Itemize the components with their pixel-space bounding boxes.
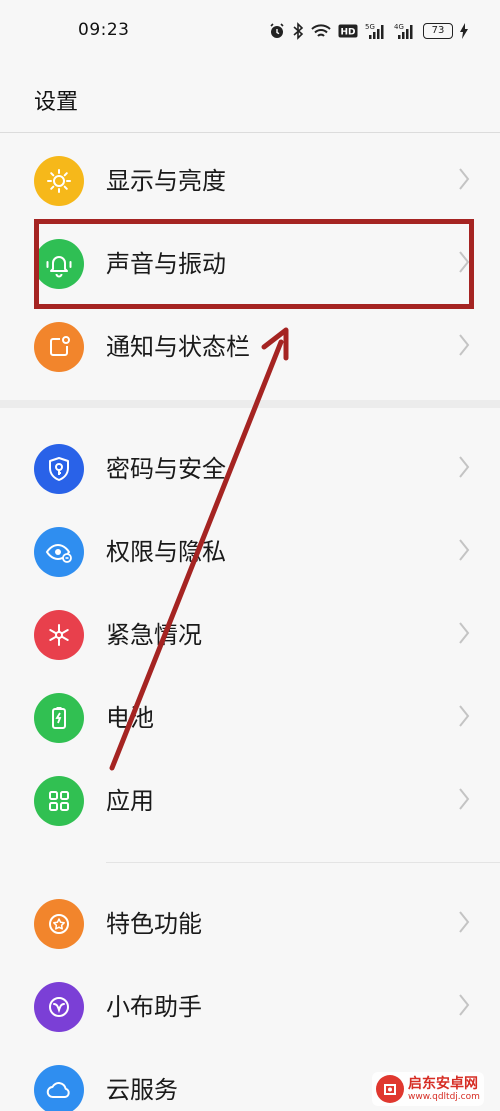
chevron-right-icon — [458, 704, 470, 732]
settings-item-label: 权限与隐私 — [106, 538, 226, 566]
assistant-icon — [34, 982, 84, 1032]
status-bar: 09:23 HD 5G 4G 73 — [0, 0, 500, 64]
settings-item-label: 特色功能 — [106, 910, 202, 938]
chevron-right-icon — [458, 993, 470, 1021]
settings-item-label: 电池 — [106, 704, 154, 732]
chevron-right-icon — [458, 910, 470, 938]
settings-item-battery[interactable]: 电池 — [0, 676, 500, 760]
settings-item-assistant[interactable]: 小布助手 — [0, 965, 500, 1049]
emergency-asterisk-icon — [34, 610, 84, 660]
svg-text:4G: 4G — [394, 23, 404, 31]
section-gap — [0, 400, 500, 408]
alarm-icon — [269, 23, 285, 39]
apps-grid-icon — [34, 776, 84, 826]
settings-item-label: 密码与安全 — [106, 455, 226, 483]
settings-item-label: 紧急情况 — [106, 621, 202, 649]
chevron-right-icon — [458, 167, 470, 195]
section-divider — [106, 862, 500, 863]
watermark-logo-icon — [376, 1075, 404, 1103]
settings-item-label: 应用 — [106, 787, 154, 815]
svg-text:HD: HD — [340, 28, 355, 38]
settings-item-notifications[interactable]: 通知与状态栏 — [0, 305, 500, 389]
battery-indicator: 73 — [423, 23, 453, 39]
status-icons: HD 5G 4G 73 — [269, 20, 468, 42]
privacy-eye-icon — [34, 527, 84, 577]
signal-4g-icon: 4G — [394, 22, 416, 40]
status-time: 09:23 — [78, 20, 130, 40]
shield-key-icon — [34, 444, 84, 494]
chevron-right-icon — [458, 621, 470, 649]
page-title: 设置 — [34, 90, 79, 115]
sun-icon — [34, 156, 84, 206]
settings-item-emergency[interactable]: 紧急情况 — [0, 593, 500, 677]
bluetooth-icon — [292, 22, 304, 40]
settings-item-display[interactable]: 显示与亮度 — [0, 139, 500, 223]
watermark-title: 启东安卓网 — [408, 1075, 478, 1092]
cloud-icon — [34, 1065, 84, 1111]
settings-item-label: 显示与亮度 — [106, 167, 226, 195]
settings-item-privacy[interactable]: 权限与隐私 — [0, 510, 500, 594]
header-divider — [0, 132, 500, 133]
settings-item-label: 云服务 — [106, 1076, 178, 1104]
settings-item-label: 通知与状态栏 — [106, 333, 250, 361]
settings-item-label: 小布助手 — [106, 993, 202, 1021]
settings-item-apps[interactable]: 应用 — [0, 759, 500, 843]
notification-icon — [34, 322, 84, 372]
chevron-right-icon — [458, 333, 470, 361]
chevron-right-icon — [458, 538, 470, 566]
watermark-url: www.qdltdj.com — [408, 1091, 480, 1102]
hd-icon: HD — [338, 24, 358, 38]
charging-icon — [460, 23, 468, 39]
settings-item-special-features[interactable]: 特色功能 — [0, 882, 500, 966]
highlight-box — [34, 219, 474, 309]
battery-icon — [34, 693, 84, 743]
star-badge-icon — [34, 899, 84, 949]
settings-screen: 09:23 HD 5G 4G 73 设置 显示与亮度 声音与振动 通知与状态栏 … — [0, 0, 500, 1111]
signal-5g-icon: 5G — [365, 22, 387, 40]
wifi-icon — [311, 23, 331, 39]
settings-item-password-security[interactable]: 密码与安全 — [0, 427, 500, 511]
chevron-right-icon — [458, 787, 470, 815]
chevron-right-icon — [458, 455, 470, 483]
watermark: 启东安卓网 www.qdltdj.com — [372, 1072, 484, 1106]
svg-text:5G: 5G — [365, 23, 375, 31]
